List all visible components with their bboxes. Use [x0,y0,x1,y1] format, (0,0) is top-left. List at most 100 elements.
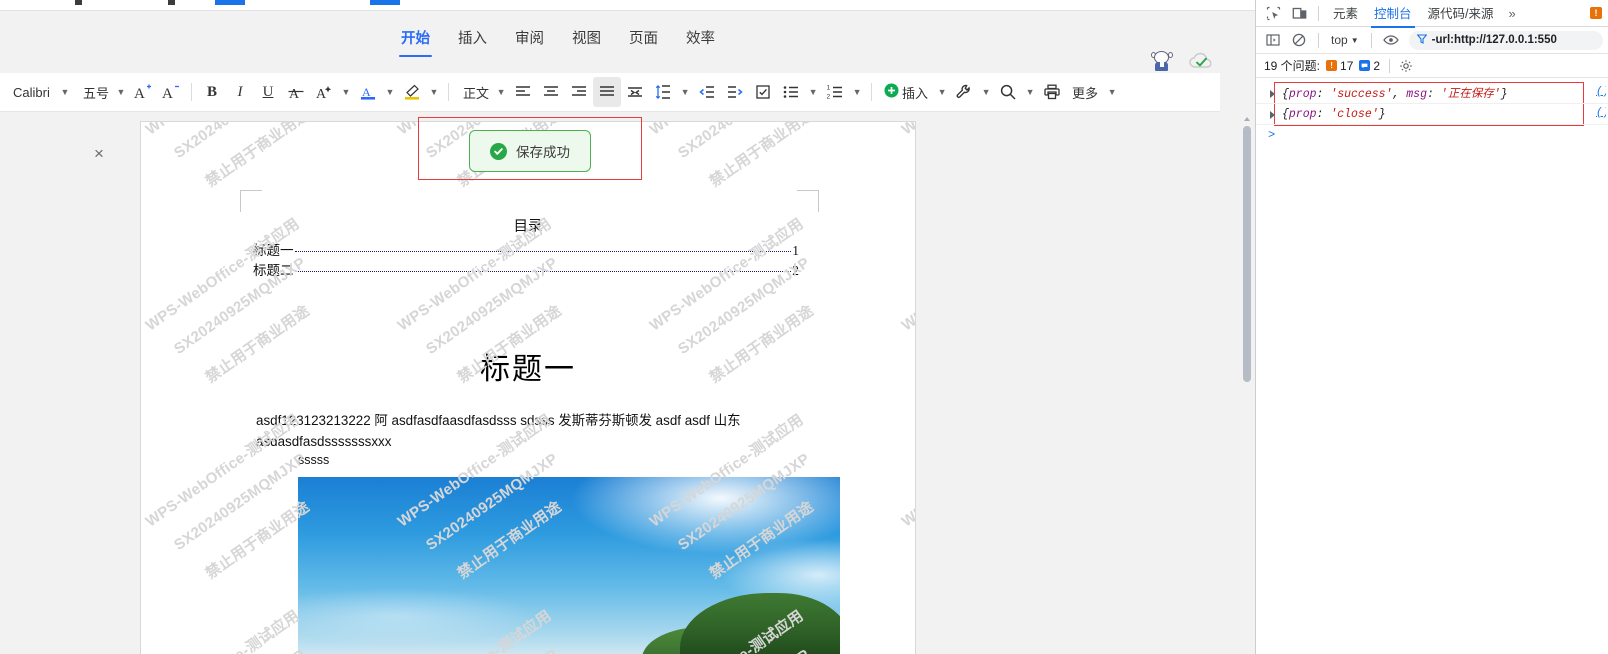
font-name-chevron-down-icon[interactable]: ▼ [57,77,73,107]
font-color-chevron-down-icon[interactable]: ▼ [382,77,398,107]
toc-entry-1[interactable]: 标题一 1 [253,239,799,258]
toolbar-divider-3 [871,83,873,101]
tab-review[interactable]: 审阅 [512,25,547,57]
print-icon[interactable] [1038,77,1066,107]
toast-message: 保存成功 [516,145,570,160]
text-effect-button[interactable]: A [310,77,338,107]
console-message-source-link[interactable]: () [1596,107,1606,119]
filter-divider-2 [1370,32,1372,48]
devtools-error-badge[interactable]: ! [1590,7,1602,19]
bold-button[interactable]: B [198,77,226,107]
document-scrollbar[interactable] [1241,114,1253,654]
devtools-overflow-icon[interactable]: » [1503,3,1522,24]
device-toolbar-icon[interactable] [1287,2,1311,24]
line-spacing-button[interactable] [649,77,677,107]
console-filter-bar: top ▼ -url:http://127.0.0.1:550 [1256,27,1608,54]
paragraph-style-value[interactable]: 正文 [455,83,493,102]
tab-sources[interactable]: 源代码/来源 [1421,0,1501,27]
align-center-button[interactable] [537,77,565,107]
insert-chevron-down-icon[interactable]: ▼ [934,77,950,107]
increase-indent-button[interactable] [721,77,749,107]
gear-icon[interactable] [1399,59,1413,73]
clear-console-icon[interactable] [1287,29,1311,51]
console-message-source-link[interactable]: () [1596,86,1606,98]
close-panel-button[interactable]: × [88,143,110,165]
distribute-text-button[interactable] [621,77,649,107]
svg-text:1: 1 [827,85,831,92]
console-sidebar-toggle-icon[interactable] [1261,29,1285,51]
issues-divider [1389,58,1391,73]
decrease-font-size-button[interactable]: A [157,77,185,107]
error-count-chip[interactable]: ! 17 [1326,59,1353,73]
prompt-caret: > [1268,128,1276,142]
toc-leader-dots-2 [294,271,792,272]
italic-button[interactable]: I [226,77,254,107]
tab-elements[interactable]: 元素 [1326,0,1365,27]
console-message-text: {prop: 'close'} [1282,107,1386,121]
inspect-element-icon[interactable] [1261,2,1285,24]
more-chevron-down-icon[interactable]: ▼ [1104,77,1120,107]
toc-entry-2[interactable]: 标题二 2 [253,259,799,278]
document-page[interactable]: 目录 标题一 1 标题二 2 标题一 asdf123123213222 阿 as… [141,122,915,654]
toc-leader-dots [294,251,792,252]
cloud-sync-check-icon[interactable] [1189,52,1213,70]
console-message-text: {prop: 'success', msg: '正在保存'} [1282,88,1508,101]
font-size-value[interactable]: 五号 [73,83,113,102]
insert-button[interactable]: 插入 [878,77,934,107]
console-message-row[interactable]: {prop: 'success', msg: '正在保存'} () [1256,83,1608,104]
tab-start[interactable]: 开始 [398,25,433,57]
align-left-button[interactable] [509,77,537,107]
context-chevron-down-icon: ▼ [1350,35,1359,45]
console-filter-input[interactable]: -url:http://127.0.0.1:550 [1408,30,1603,50]
strikethrough-button[interactable]: A [282,77,310,107]
numbered-list-button[interactable]: 12 [821,77,849,107]
font-color-button[interactable]: A [354,77,382,107]
message-square-icon [1359,60,1371,71]
warning-count-chip[interactable]: 2 [1359,59,1380,73]
tab-efficiency[interactable]: 效率 [683,25,718,57]
tools-wrench-icon[interactable] [950,77,978,107]
console-message-row[interactable]: {prop: 'close'} () [1256,104,1608,125]
tab-insert[interactable]: 插入 [455,25,490,57]
numbered-list-chevron-down-icon[interactable]: ▼ [849,77,865,107]
toc-entry-2-page: 2 [792,263,799,278]
toc-heading: 目录 [513,219,543,235]
console-context-selector[interactable]: top ▼ [1326,31,1364,49]
search-chevron-down-icon[interactable]: ▼ [1022,77,1038,107]
assistant-mascot-icon[interactable] [1151,51,1173,71]
font-name-value[interactable]: Calibri [5,85,57,100]
underline-button[interactable]: U [254,77,282,107]
align-justify-button[interactable] [593,77,622,107]
highlight-chevron-down-icon[interactable]: ▼ [426,77,442,107]
scroll-up-arrow-icon[interactable] [1244,117,1250,121]
search-icon[interactable] [994,77,1022,107]
toolbar-divider [191,83,193,101]
tab-console[interactable]: 控制台 [1367,0,1419,28]
text-effect-chevron-down-icon[interactable]: ▼ [338,77,354,107]
ribbon-tabs: 开始 插入 审阅 视图 页面 效率 [398,25,718,57]
live-expression-eye-icon[interactable] [1379,29,1403,51]
highlight-color-button[interactable] [398,77,426,107]
tools-chevron-down-icon[interactable]: ▼ [978,77,994,107]
tab-view[interactable]: 视图 [569,25,604,57]
document-image[interactable] [298,477,840,654]
increase-font-size-button[interactable]: A [129,77,157,107]
console-prompt[interactable]: > [1256,125,1608,145]
expand-triangle-icon[interactable] [1270,90,1275,98]
bullet-list-chevron-down-icon[interactable]: ▼ [805,77,821,107]
error-square-icon: ! [1326,60,1338,71]
font-size-chevron-down-icon[interactable]: ▼ [113,77,129,107]
more-button[interactable]: 更多 [1066,77,1104,107]
checkbox-list-button[interactable] [749,77,777,107]
expand-triangle-icon[interactable] [1270,111,1275,119]
scrollbar-thumb[interactable] [1243,126,1251,382]
paragraph-style-chevron-down-icon[interactable]: ▼ [493,77,509,107]
tab-page[interactable]: 页面 [626,25,661,57]
decrease-indent-button[interactable] [693,77,721,107]
line-spacing-chevron-down-icon[interactable]: ▼ [677,77,693,107]
console-issues-bar: 19 个问题: ! 17 2 [1256,54,1608,78]
bullet-list-button[interactable] [777,77,805,107]
align-right-button[interactable] [565,77,593,107]
document-paragraph: asdf123123213222 阿 asdfasdfaasdfasdsss s… [256,413,741,449]
toolbar-divider-2 [448,83,450,101]
